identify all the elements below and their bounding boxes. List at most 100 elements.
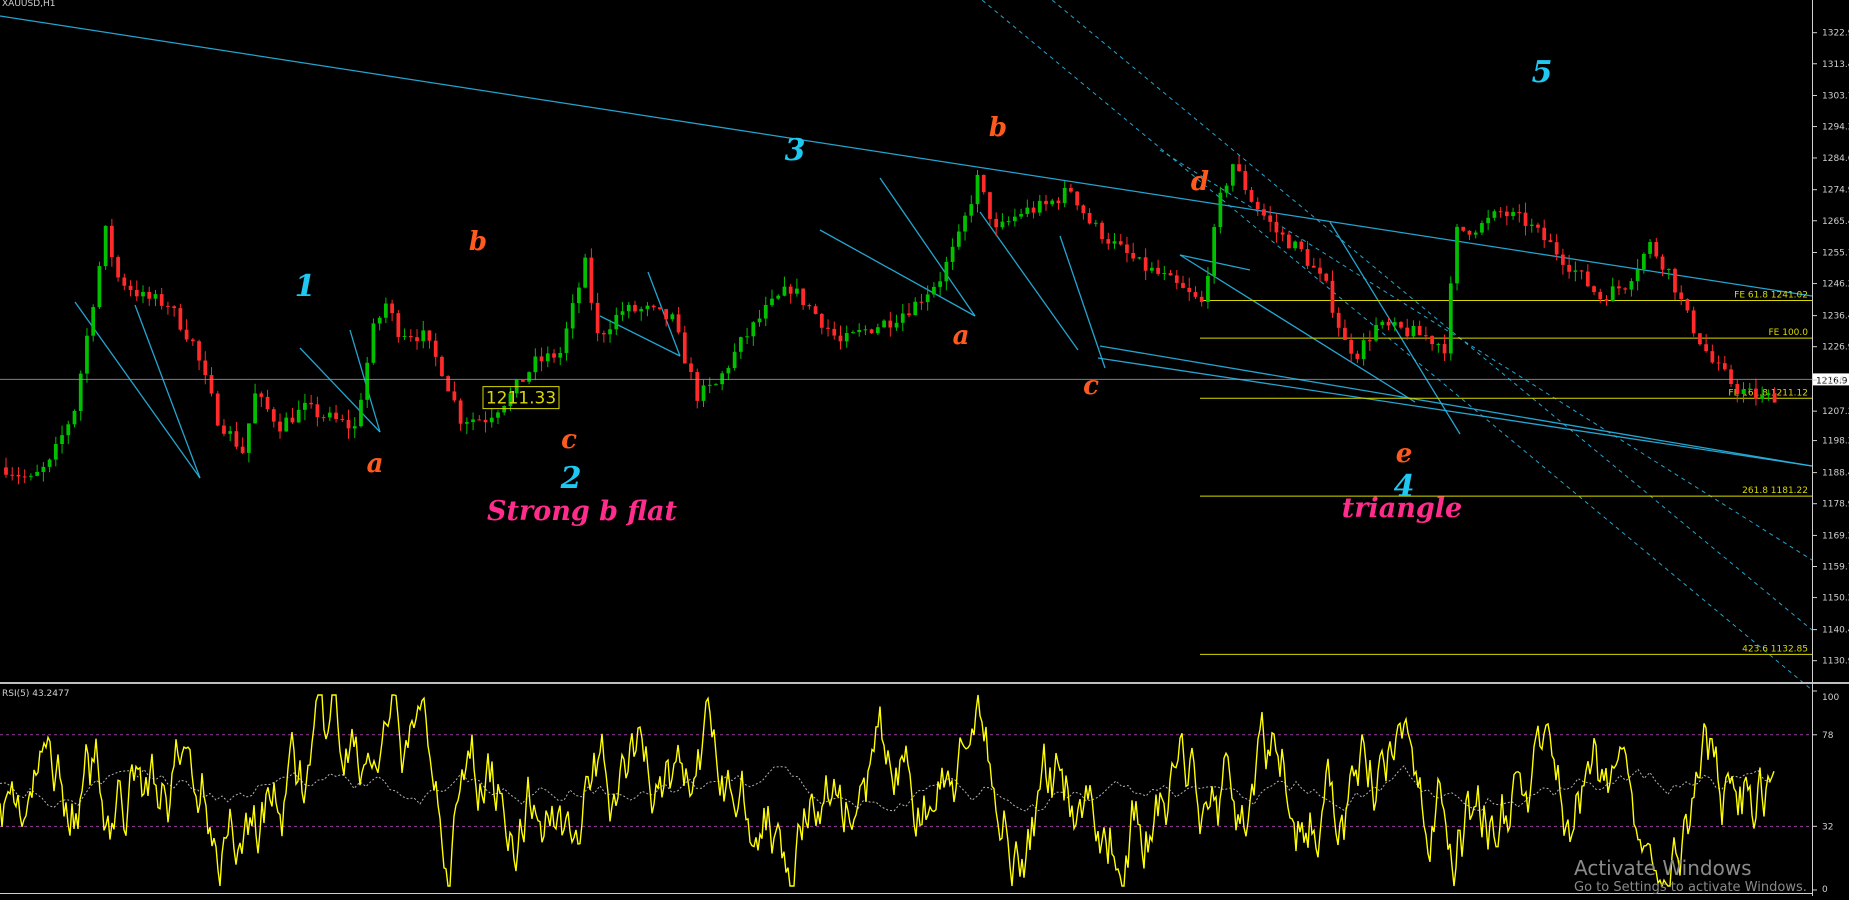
candle-body: [128, 285, 133, 290]
candle-body: [1461, 226, 1466, 231]
candle-body: [489, 417, 494, 423]
candle-body: [215, 393, 220, 426]
symbol-label: XAUUSD,H1: [2, 0, 56, 9]
candle-body: [178, 308, 183, 330]
candle-body: [4, 467, 8, 475]
candle-body: [477, 419, 482, 421]
candle-body: [222, 425, 226, 434]
candle-body: [1330, 280, 1335, 313]
candle-body: [371, 323, 376, 363]
candle-body: [1274, 221, 1279, 233]
candle-body: [1592, 286, 1596, 293]
candle-body: [278, 421, 282, 432]
candle-body: [1424, 335, 1428, 337]
candle-body: [296, 409, 301, 423]
candle-body: [1324, 273, 1329, 281]
price-axis-label: 1322.9: [1822, 29, 1849, 39]
candle-body: [1224, 185, 1229, 193]
candle-body: [1299, 241, 1304, 250]
candle-body: [16, 474, 21, 477]
candle-body: [452, 391, 457, 401]
candle-body: [969, 204, 974, 216]
candle-body: [813, 306, 818, 314]
wave-annotation: Strong b flat: [487, 496, 678, 527]
chart-canvas[interactable]: FE 61.8 1241.02FE 100.0FE 161.8 1211.122…: [0, 0, 1849, 896]
candle-body: [819, 313, 824, 328]
candle-body: [159, 294, 164, 306]
candle-body: [1137, 257, 1142, 259]
candle-body: [1648, 242, 1652, 254]
wave-label: 5: [1532, 55, 1553, 90]
candle-body: [832, 328, 837, 336]
candle-body: [1480, 223, 1484, 233]
candle-body: [676, 314, 681, 333]
candle-body: [1268, 215, 1273, 222]
candle-body: [427, 330, 432, 341]
candle-body: [795, 288, 799, 294]
candle-body: [352, 426, 357, 429]
wave-label: c: [561, 425, 577, 455]
candle-body: [1336, 312, 1341, 328]
price-axis-label: 1178.9: [1822, 500, 1849, 510]
candle-body: [988, 192, 992, 219]
candle-body: [47, 459, 52, 467]
candle-body: [1386, 321, 1391, 326]
watermark-title: Activate Windows: [1574, 856, 1752, 880]
candle-body: [1374, 324, 1378, 341]
candle-body: [103, 225, 108, 267]
candle-body: [1772, 393, 1777, 403]
wave-label: b: [989, 113, 1007, 143]
candle-body: [315, 404, 320, 418]
candle-body: [1199, 296, 1204, 302]
candle-body: [153, 294, 158, 299]
candle-body: [141, 291, 145, 297]
wave-label: b: [469, 227, 487, 257]
candle-body: [116, 257, 120, 278]
candle-body: [1019, 213, 1023, 217]
candle-body: [147, 291, 152, 299]
candle-body: [1704, 344, 1708, 352]
candle-body: [763, 304, 768, 319]
candle-body: [782, 286, 787, 296]
candle-body: [938, 281, 943, 287]
price-axis-label: 1169.2: [1822, 531, 1849, 541]
candle-body: [421, 330, 426, 342]
candle-body: [464, 422, 469, 424]
candle-body: [1168, 273, 1173, 276]
candle-body: [408, 336, 413, 338]
candle-body: [1766, 393, 1771, 396]
candle-body: [1013, 216, 1017, 222]
chart-window[interactable]: FE 61.8 1241.02FE 100.0FE 161.8 1211.122…: [0, 0, 1849, 896]
candle-body: [589, 257, 594, 303]
candle-body: [527, 372, 531, 382]
candle-body: [1579, 270, 1584, 272]
candle-body: [234, 431, 239, 447]
candle-body: [1000, 221, 1005, 228]
candle-body: [134, 289, 139, 297]
candle-body: [1081, 205, 1086, 213]
candle-body: [732, 351, 737, 369]
candle-body: [875, 327, 880, 334]
candle-body: [788, 286, 793, 294]
wave-label: 3: [785, 133, 806, 168]
candle-body: [1741, 389, 1746, 395]
candle-body: [707, 384, 712, 386]
candle-body: [1125, 244, 1129, 253]
candle-body: [1380, 321, 1385, 325]
candle-body: [919, 301, 924, 303]
candle-body: [564, 328, 569, 353]
windows-activation-watermark: Activate Windows Go to Settings to activ…: [1574, 856, 1844, 896]
candle-body: [1567, 264, 1571, 272]
candle-body: [925, 294, 930, 303]
price-axis-label: 1303.7: [1822, 91, 1849, 101]
candle-body: [651, 305, 656, 308]
candle-body: [851, 332, 855, 334]
candle-body: [172, 306, 177, 309]
candle-body: [1504, 211, 1509, 217]
candle-body: [85, 335, 89, 374]
fib-level-label: FE 100.0: [1769, 328, 1809, 338]
candle-body: [1666, 268, 1671, 270]
price-axis-label: 1246.2: [1822, 280, 1849, 290]
candle-body: [1349, 340, 1354, 354]
price-box-label: 1211.33: [486, 389, 556, 409]
